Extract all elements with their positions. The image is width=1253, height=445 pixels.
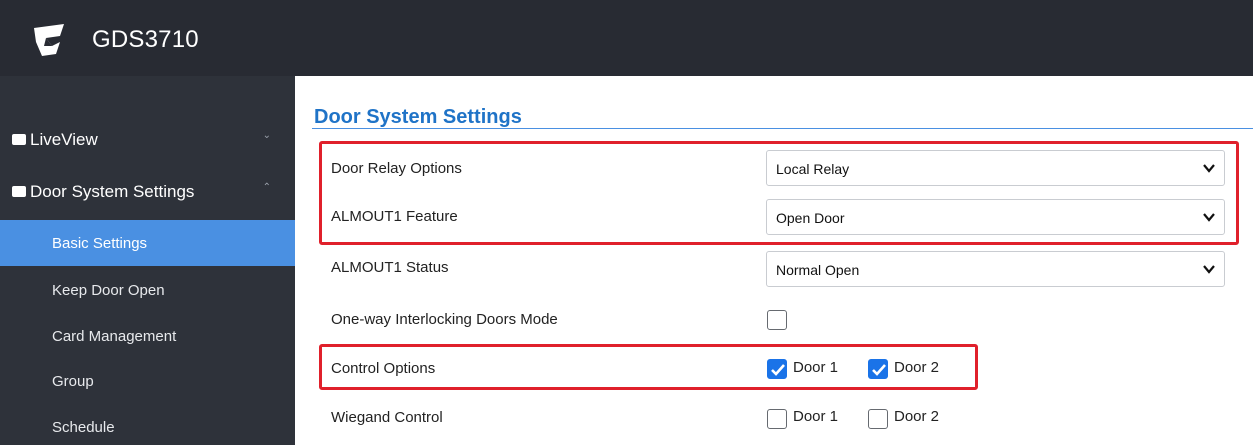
- sidebar-item-label: LiveView: [30, 130, 98, 149]
- card-icon: [12, 186, 26, 197]
- sidebar: LiveView ⌄ Door System Settings ⌃ Basic …: [0, 76, 295, 445]
- video-play-icon: [12, 134, 26, 145]
- wiegand-control-label: Wiegand Control: [331, 409, 443, 426]
- top-header: GDS3710: [0, 0, 1253, 76]
- sidebar-subitem-label: Schedule: [52, 419, 115, 436]
- sidebar-item-label: Door System Settings: [30, 182, 195, 201]
- sidebar-subitem-label: Basic Settings: [52, 235, 148, 252]
- sidebar-subitem-label: Group: [52, 373, 94, 390]
- one-way-interlocking-label: One-way Interlocking Doors Mode: [331, 311, 558, 328]
- almout1-status-select[interactable]: Normal Open: [766, 251, 1225, 287]
- one-way-interlocking-checkbox[interactable]: [767, 310, 787, 330]
- grandstream-logo-icon[interactable]: [30, 20, 70, 60]
- highlight-box-control: [319, 344, 978, 390]
- sidebar-item-liveview[interactable]: LiveView ⌄: [0, 116, 295, 166]
- almout1-status-label: ALMOUT1 Status: [331, 259, 449, 276]
- sidebar-subitem-card-management[interactable]: Card Management: [0, 313, 295, 359]
- chevron-down-icon: [1203, 265, 1215, 274]
- highlight-box-relay: [319, 141, 1239, 245]
- wiegand-door2-label: Door 2: [894, 408, 940, 425]
- wiegand-door2-checkbox[interactable]: [868, 409, 888, 429]
- chevron-down-icon: ⌄: [262, 130, 271, 141]
- select-value: Normal Open: [776, 262, 860, 278]
- sidebar-subitem-basic-settings[interactable]: Basic Settings: [0, 220, 295, 266]
- chevron-up-icon: ⌃: [262, 182, 271, 193]
- sidebar-subitem-label: Keep Door Open: [52, 282, 165, 299]
- wiegand-door1-label: Door 1: [793, 408, 839, 425]
- sidebar-subitem-group[interactable]: Group: [0, 358, 295, 404]
- title-divider: [312, 128, 1253, 129]
- sidebar-subitem-keep-door-open[interactable]: Keep Door Open: [0, 267, 295, 313]
- page-title: Door System Settings: [314, 106, 522, 128]
- app-title: GDS3710: [92, 26, 199, 53]
- sidebar-item-door-system-settings[interactable]: Door System Settings ⌃: [0, 168, 295, 218]
- wiegand-door1-checkbox[interactable]: [767, 409, 787, 429]
- sidebar-subitem-label: Card Management: [52, 328, 177, 345]
- sidebar-subitem-schedule[interactable]: Schedule: [0, 404, 295, 445]
